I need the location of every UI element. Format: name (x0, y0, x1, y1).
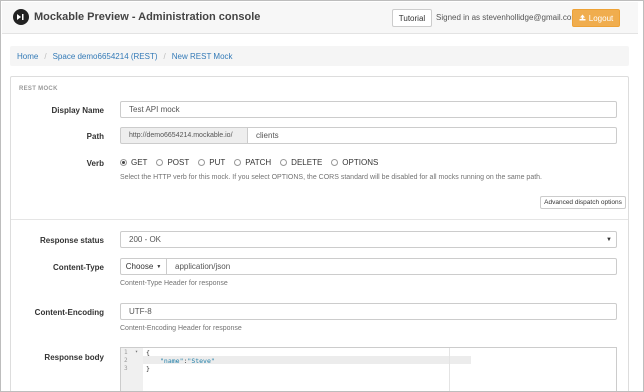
path-input[interactable]: clients (247, 127, 617, 144)
radio-icon (198, 159, 206, 166)
content-encoding-input[interactable]: UTF-8 (120, 303, 617, 320)
logout-icon (579, 14, 586, 23)
verb-radio-post[interactable]: POST (156, 158, 189, 167)
radio-selected-icon (120, 159, 127, 166)
line-number: 2 (124, 357, 128, 364)
app-title: Mockable Preview - Administration consol… (34, 11, 261, 23)
radio-icon (280, 159, 288, 166)
breadcrumb-separator: / (44, 51, 47, 61)
content-encoding-help: Content-Encoding Header for response (120, 325, 242, 332)
breadcrumb-current[interactable]: New REST Mock (172, 52, 233, 61)
code-line: { (146, 349, 150, 357)
advanced-dispatch-button[interactable]: Advanced dispatch options (540, 196, 626, 209)
logout-button[interactable]: Logout (572, 9, 620, 27)
breadcrumb-separator: / (163, 51, 166, 61)
logout-label: Logout (588, 13, 614, 23)
verb-help-text: Select the HTTP verb for this mock. If y… (120, 174, 542, 181)
code-line: "name":"Steve" (160, 357, 215, 365)
editor-gutter: 1 2 3 ▾ (121, 348, 143, 391)
tutorial-button[interactable]: Tutorial (392, 9, 432, 27)
choose-content-type-button[interactable]: Choose ▼ (120, 258, 167, 275)
print-margin (449, 348, 450, 391)
response-status-label: Response status (39, 236, 104, 245)
radio-icon (156, 159, 164, 166)
line-number: 3 (124, 365, 128, 372)
verb-radio-options[interactable]: OPTIONS (331, 158, 378, 167)
breadcrumb-space[interactable]: Space demo6654214 (REST) (53, 52, 158, 61)
panel-heading: REST MOCK (19, 86, 58, 92)
display-name-input[interactable]: Test API mock (120, 101, 617, 118)
caret-down-icon: ▼ (156, 263, 162, 270)
brand[interactable]: Mockable Preview - Administration consol… (13, 9, 260, 25)
radio-icon (234, 159, 242, 166)
caret-down-icon: ▼ (606, 237, 612, 243)
content-type-label: Content-Type (53, 263, 104, 272)
path-label: Path (86, 132, 104, 141)
path-prefix-addon: http://demo6654214.mockable.io/ (120, 127, 248, 144)
verb-radio-patch[interactable]: PATCH (234, 158, 271, 167)
fold-arrow-icon[interactable]: ▾ (135, 349, 138, 355)
verb-radio-get[interactable]: GET (120, 158, 147, 167)
verb-radio-delete[interactable]: DELETE (280, 158, 322, 167)
app-window: Mockable Preview - Administration consol… (0, 0, 644, 392)
verb-radio-put[interactable]: PUT (198, 158, 225, 167)
radio-icon (331, 159, 339, 166)
play-pause-logo-icon (13, 9, 29, 25)
content-encoding-label: Content-Encoding (34, 308, 104, 317)
verb-label: Verb (86, 159, 104, 168)
response-body-editor[interactable]: 1 2 3 ▾ { "name":"Steve" } (120, 347, 617, 391)
code-line: } (146, 365, 150, 373)
display-name-label: Display Name (51, 106, 104, 115)
response-body-label: Response body (44, 353, 104, 362)
top-navbar: Mockable Preview - Administration consol… (2, 2, 638, 34)
signed-in-text: Signed in as stevenhollidge@gmail.com (436, 13, 578, 22)
response-status-select[interactable]: 200 - OK ▼ (120, 231, 617, 248)
choose-label: Choose (125, 262, 154, 271)
content-type-help: Content-Type Header for response (120, 280, 228, 287)
line-number: 1 (124, 349, 128, 356)
breadcrumb: Home / Space demo6654214 (REST) / New RE… (10, 46, 629, 66)
verb-radio-group: GET POST PUT PATCH DELETE OPTIONS (120, 158, 387, 167)
response-status-value: 200 - OK (129, 235, 162, 244)
divider (11, 219, 628, 220)
breadcrumb-home[interactable]: Home (17, 52, 38, 61)
content-type-input[interactable]: application/json (166, 258, 617, 275)
